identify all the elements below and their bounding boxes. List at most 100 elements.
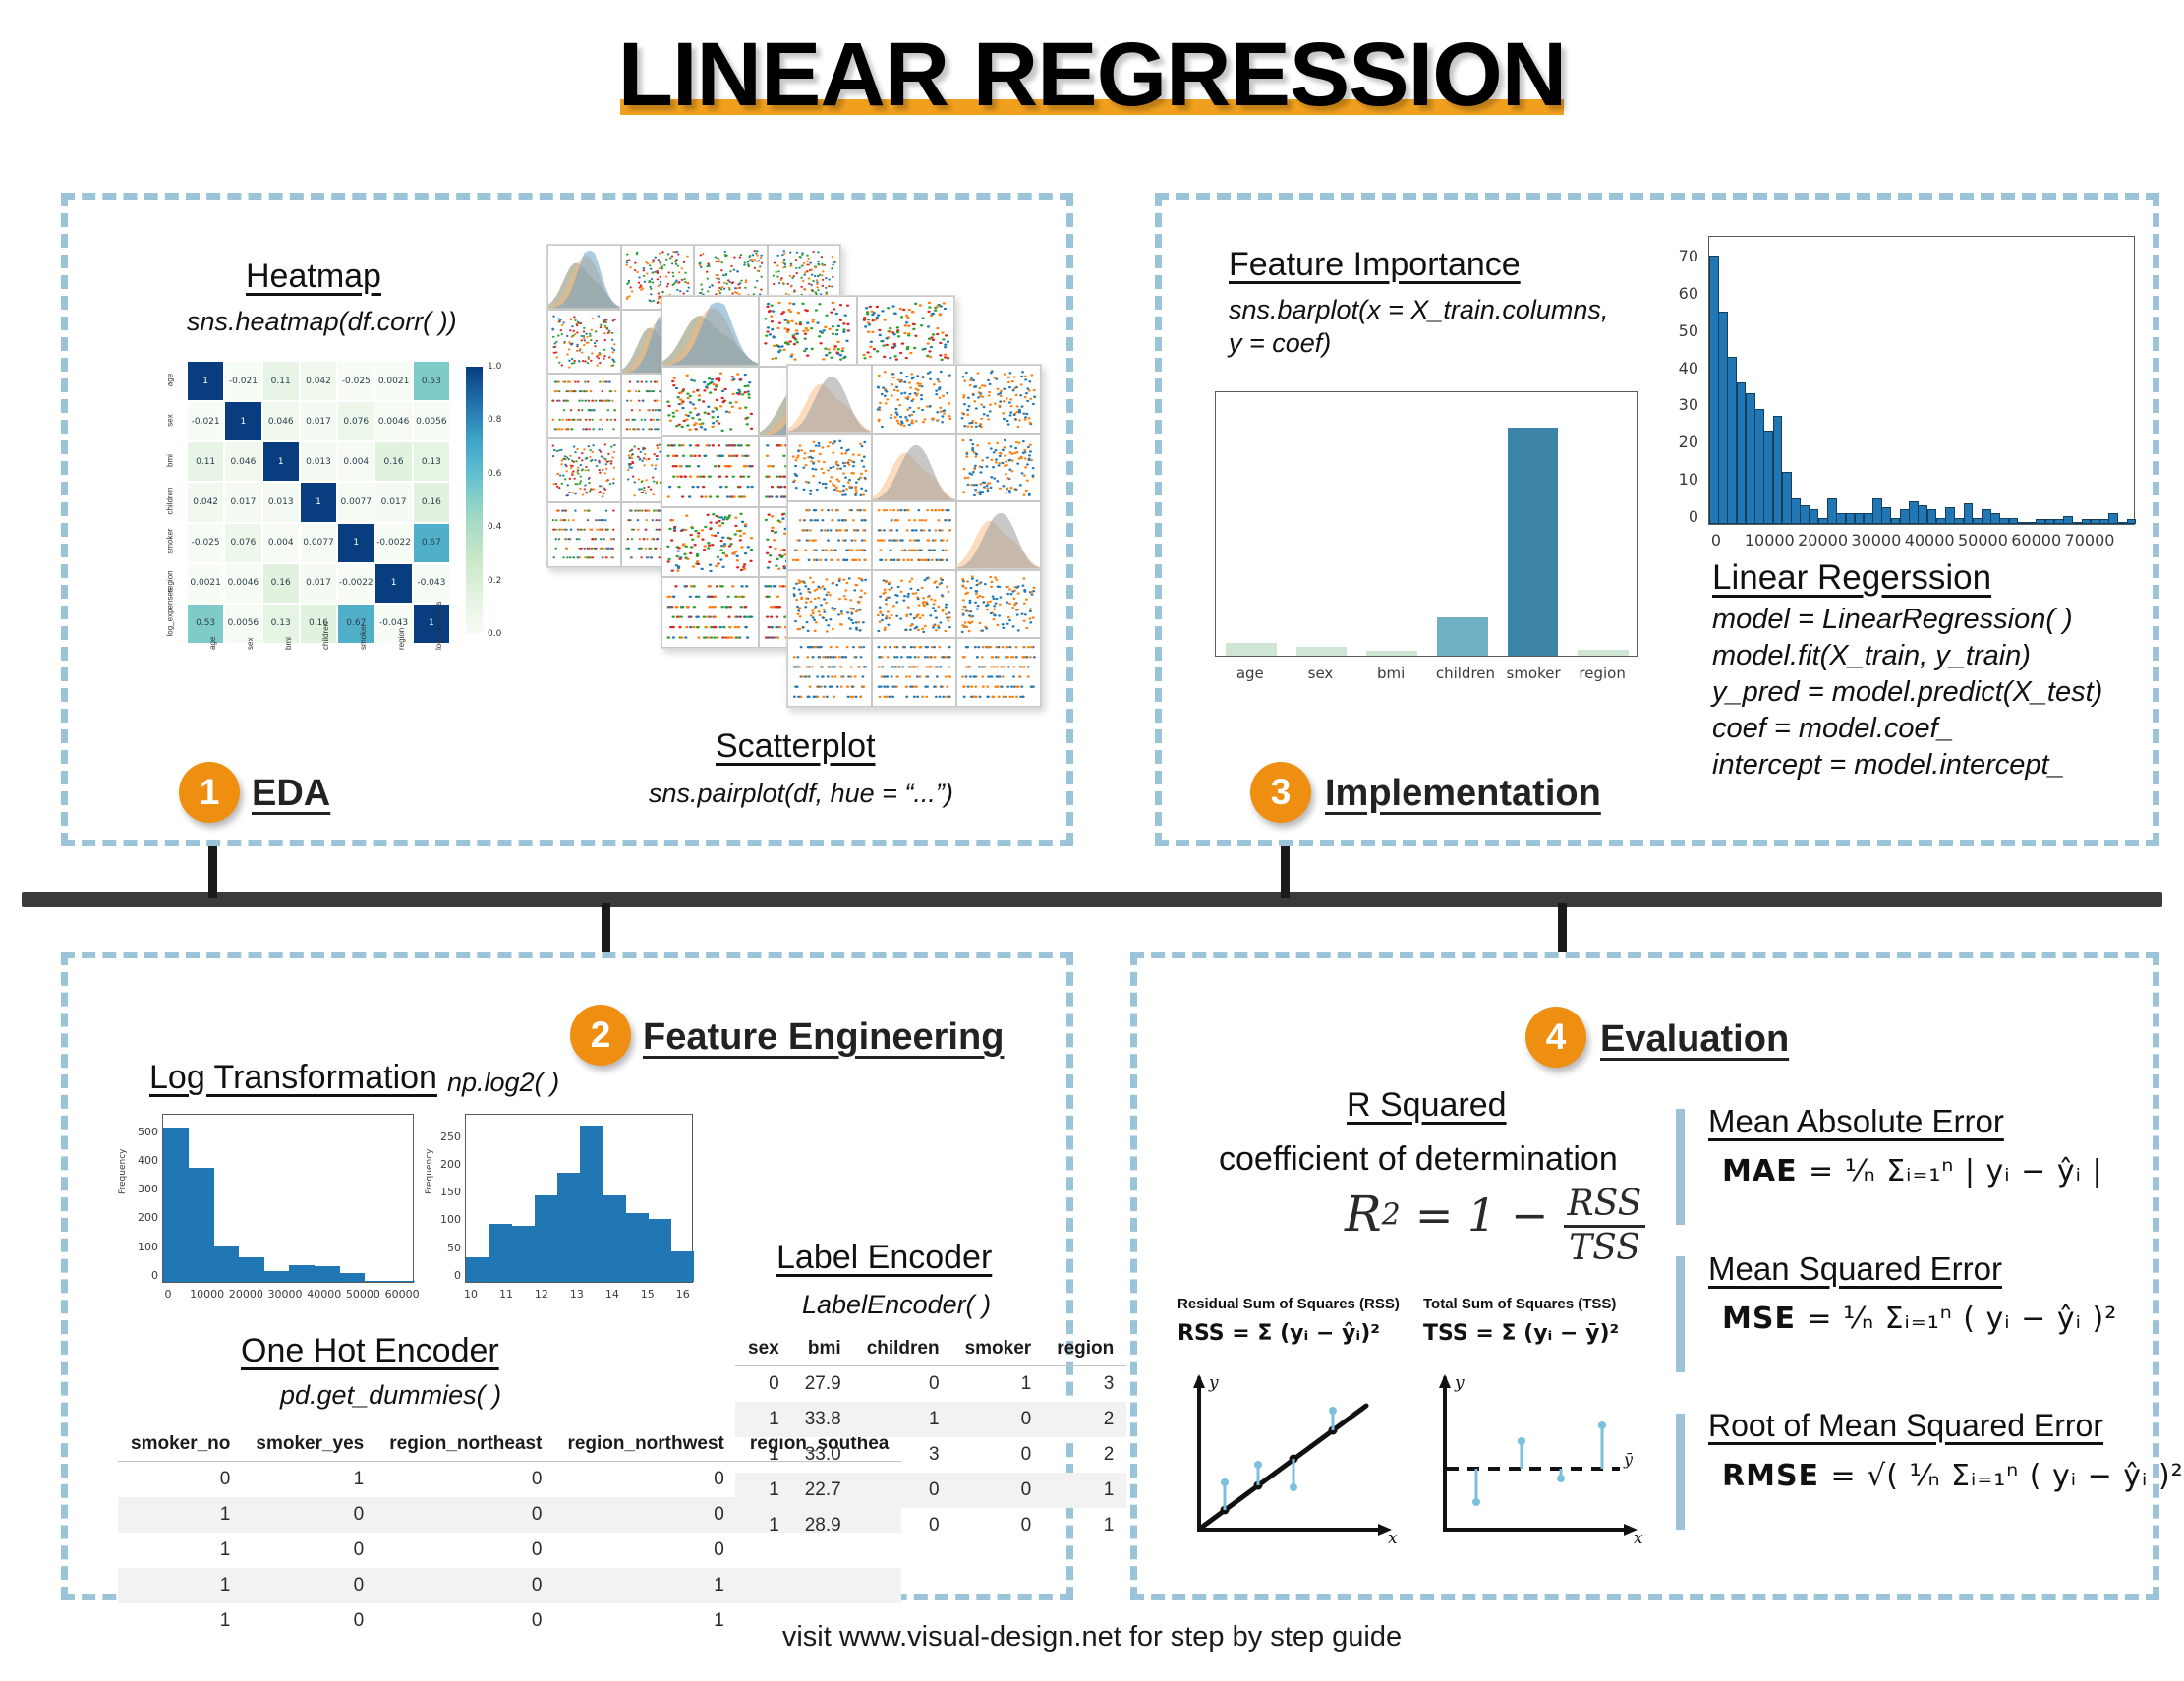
expenses-hist-ytick: 30 <box>1678 395 1698 415</box>
table-cell: 1 <box>219 1504 231 1525</box>
lr-code-line: y_pred = model.predict(X_test) <box>1712 676 2103 709</box>
colorbar-tick: 1.0 <box>488 362 502 372</box>
pairplot-cell <box>661 506 760 578</box>
pairplot-cell <box>547 437 621 503</box>
table-cell: 0 <box>531 1469 543 1489</box>
expenses-hist-ytick: 50 <box>1678 320 1698 340</box>
feature-importance-title: Feature Importance <box>1229 246 1521 283</box>
colorbar-tick: 0.6 <box>488 468 502 479</box>
expenses-hist-xtick: 40000 <box>1904 531 1955 550</box>
step-badge-3: 3 <box>1250 762 1311 823</box>
table-cell: 27.9 <box>804 1373 841 1394</box>
table-cell: 2 <box>1103 1444 1115 1465</box>
metric-formula-body: = ¹⁄ₙ Σᵢ₌₁ⁿ ( yᵢ − ŷᵢ )² <box>1807 1302 2118 1336</box>
expenses-hist-ytick: 60 <box>1678 283 1698 303</box>
label-encoder-title: Label Encoder <box>776 1239 993 1276</box>
fe-hist-bar <box>670 1250 695 1282</box>
heatmap-cell: 0.16 <box>374 441 413 483</box>
feature-importance-xtick: smoker <box>1506 665 1561 682</box>
log2-expenses-histogram <box>465 1114 695 1283</box>
table-column-header: region_northwest <box>554 1427 737 1462</box>
heatmap-cell: 0.042 <box>187 482 225 523</box>
table-cell: 1 <box>1020 1373 1032 1394</box>
expenses-hist-bar <box>2126 519 2137 524</box>
table-cell: 1 <box>1103 1479 1115 1500</box>
pairplot-cell <box>956 569 1041 639</box>
r-squared-title: R Squared <box>1347 1086 1507 1124</box>
table-cell: 1 <box>769 1479 779 1500</box>
heatmap-cell: 0.046 <box>224 441 262 483</box>
heatmap-cell: 0.53 <box>187 603 225 644</box>
fe-hist-ytick: 200 <box>440 1157 461 1171</box>
expenses-hist-xtick: 20000 <box>1798 531 1849 550</box>
expenses-hist-ytick: 40 <box>1678 358 1698 377</box>
heatmap-col-label: bmi <box>283 637 293 650</box>
linear-regression-code: model = LinearRegression( ) model.fit(X_t… <box>1712 602 2102 784</box>
fe-hist-bar <box>580 1125 603 1282</box>
table-column-header: bmi <box>791 1332 854 1366</box>
metric-accent-bar <box>1676 1414 1685 1530</box>
heatmap-cell: 1 <box>412 603 450 644</box>
heatmap-cell: 1 <box>261 441 300 483</box>
fe-hist-bar <box>339 1272 366 1282</box>
table-cell: 1 <box>769 1444 779 1465</box>
lr-code-line: intercept = model.intercept_ <box>1712 749 2065 782</box>
pairplot-cell <box>661 366 760 437</box>
pairplot-cell <box>787 433 872 502</box>
heatmap-cell: 0.076 <box>224 522 262 563</box>
fe-hist-ytick: 100 <box>138 1240 158 1253</box>
feature-importance-xtick: children <box>1435 665 1496 682</box>
lr-code-line: coef = model.coef_ <box>1712 713 1954 745</box>
fe-hist-xtick: 60000 <box>384 1288 420 1301</box>
fe-hist-ytick: 50 <box>447 1241 461 1254</box>
r-squared-exponent: 2 <box>1381 1197 1401 1233</box>
fe-hist-bar <box>534 1195 558 1282</box>
step-badge-4: 4 <box>1525 1007 1586 1068</box>
expenses-hist-ytick: 0 <box>1688 507 1698 526</box>
pairplot-cell <box>547 374 621 438</box>
table-row: 1 22.7 0 0 1 <box>735 1473 1127 1508</box>
feature-importance-bar <box>1226 643 1277 656</box>
heatmap-cell: -0.021 <box>187 401 225 442</box>
heatmap-col-label: sex <box>246 637 256 650</box>
fe-hist-bar <box>648 1218 672 1282</box>
log2-hist-ylabel: Frequency <box>425 1148 434 1195</box>
heatmap-cell: -0.025 <box>187 522 225 563</box>
table-cell: 1 <box>769 1515 779 1536</box>
heatmap-cell: 0.53 <box>412 361 450 402</box>
expenses-hist-ytick: 10 <box>1678 470 1698 490</box>
table-cell: 0 <box>219 1469 231 1489</box>
fe-hist-bar <box>314 1265 340 1282</box>
heatmap-cell: 0.017 <box>299 562 338 604</box>
fe-hist-bar <box>238 1257 264 1282</box>
log-transformation-code: np.log2( ) <box>447 1068 560 1097</box>
heatmap-row-label: age <box>165 373 175 386</box>
fe-hist-bar <box>263 1271 290 1282</box>
page-title-text: LINEAR REGRESSION <box>617 25 1567 125</box>
heatmap-cell: 0.0056 <box>224 603 262 644</box>
fe-hist-ytick: 200 <box>138 1211 158 1225</box>
pairplot-cell <box>787 501 872 570</box>
table-cell: 0 <box>353 1575 365 1595</box>
expenses-hist-ytick: 70 <box>1678 246 1698 265</box>
heatmap-row-label: smoker <box>165 528 175 554</box>
feature-importance-bar <box>1366 651 1417 656</box>
heatmap-cell: 0.042 <box>299 361 338 402</box>
table-cell: 0 <box>353 1539 365 1560</box>
table-cell: 0 <box>714 1504 724 1525</box>
expenses-hist-xtick: 30000 <box>1851 531 1902 550</box>
table-cell: 1 <box>714 1575 724 1595</box>
heatmap-cell: 0.13 <box>261 603 300 644</box>
table-row: 1 0 0 1 <box>118 1568 902 1603</box>
table-cell: 0 <box>929 1373 940 1394</box>
r-squared-numerator: RSS <box>1563 1186 1646 1228</box>
fe-hist-ytick: 100 <box>440 1213 461 1227</box>
pairplot-cell <box>872 501 956 570</box>
pairplot-cell <box>661 436 760 507</box>
fe-hist-xtick: 16 <box>675 1288 690 1301</box>
pairplot-cell <box>956 365 1041 434</box>
rss-caption: Residual Sum of Squares (RSS) <box>1178 1296 1400 1312</box>
heatmap-cell: 0.013 <box>261 482 300 523</box>
table-row: 1 33.8 1 0 2 <box>735 1402 1127 1437</box>
heatmap-cell: 0.017 <box>299 401 338 442</box>
